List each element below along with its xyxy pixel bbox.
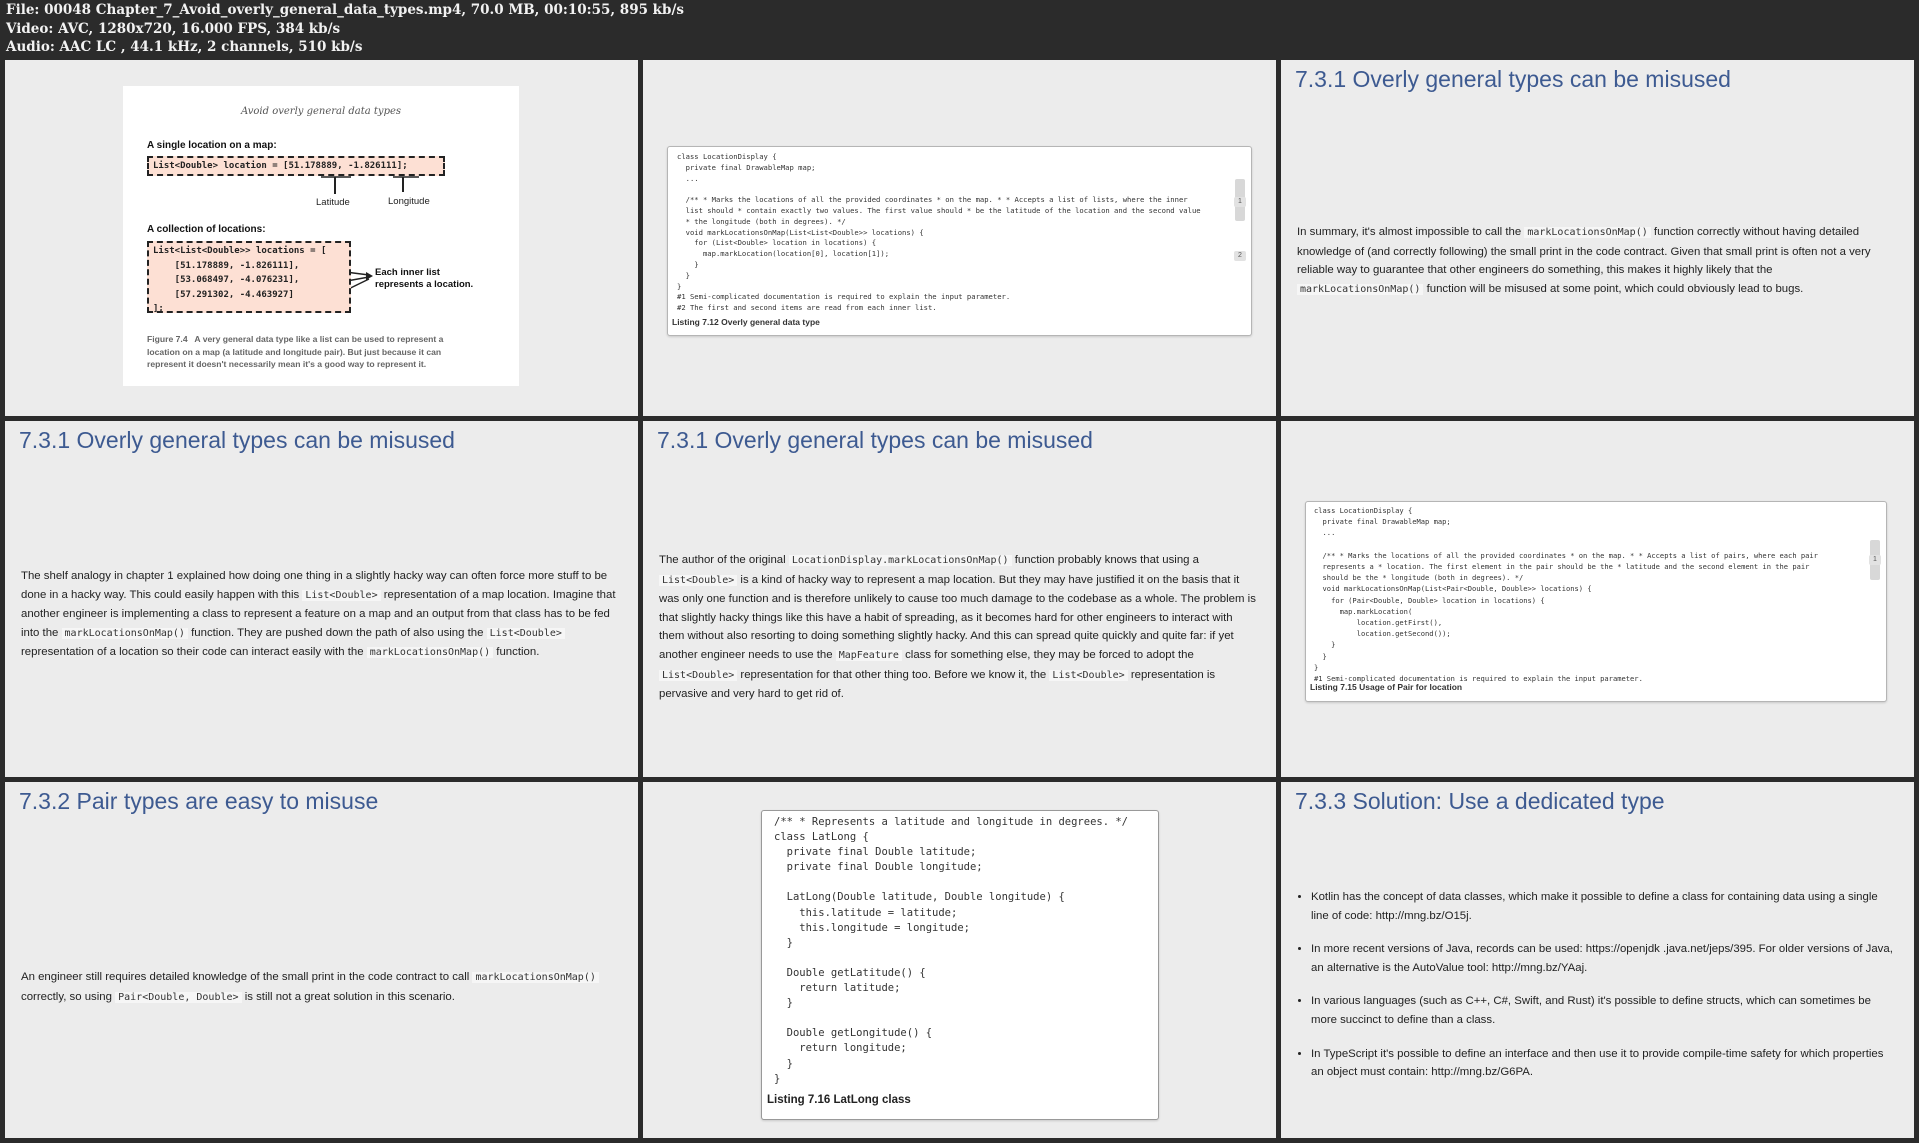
thumbnail-6[interactable]: class LocationDisplay { private final Dr… (1281, 421, 1914, 777)
video-info-header: File: 00048 Chapter_7_Avoid_overly_gener… (0, 0, 1919, 58)
bullet-list: Kotlin has the concept of data classes, … (1297, 888, 1898, 1082)
bullet-item: In TypeScript it's possible to define an… (1311, 1045, 1898, 1082)
code-span: MapFeature (835, 649, 902, 661)
code-span: markLocationsOnMap() (1297, 283, 1424, 295)
thumbnail-8[interactable]: /** * Represents a latitude and longitud… (643, 782, 1276, 1138)
code-span: markLocationsOnMap() (366, 647, 494, 659)
thumbnail-9[interactable]: 7.3.3 Solution: Use a dedicated type Kot… (1281, 782, 1914, 1138)
code-span: List<Double> (659, 669, 738, 681)
thumbnail-4[interactable]: 7.3.1 Overly general types can be misuse… (5, 421, 638, 777)
slide-body: An engineer still requires detailed know… (21, 968, 622, 1007)
listing-caption: Listing 7.12 Overly general data type (672, 317, 820, 327)
thumbnail-grid: Avoid overly general data types A single… (5, 60, 1915, 1138)
longitude-label: Longitude (388, 196, 430, 207)
text-segment: representation for that other thing too.… (737, 668, 1050, 681)
text-segment: class for something else, they may be fo… (901, 648, 1194, 661)
annotation-marker-1: 1 (1234, 197, 1246, 207)
text-segment: is still not a great solution in this sc… (241, 990, 455, 1003)
latitude-label: Latitude (316, 197, 350, 208)
slide-body: The shelf analogy in chapter 1 explained… (21, 567, 622, 663)
code-span: markLocationsOnMap() (472, 972, 599, 983)
bullet-item: In more recent versions of Java, records… (1311, 940, 1898, 977)
slide-title: 7.3.1 Overly general types can be misuse… (657, 427, 1093, 453)
thumbnail-3[interactable]: 7.3.1 Overly general types can be misuse… (1281, 60, 1914, 416)
slide-title: 7.3.1 Overly general types can be misuse… (19, 427, 455, 453)
code-span: List<Double> (659, 574, 738, 586)
code-span: Pair<Double, Double> (115, 991, 242, 1003)
listing-code: class LocationDisplay { private final Dr… (1314, 506, 1818, 684)
code-span: markLocationsOnMap() (1524, 227, 1651, 238)
text-segment: correctly, so using (21, 990, 116, 1003)
listing-7-12: class LocationDisplay { private final Dr… (667, 146, 1252, 336)
bullet-item: Kotlin has the concept of data classes, … (1311, 888, 1898, 925)
thumbnail-1[interactable]: Avoid overly general data types A single… (5, 60, 638, 416)
collection-code: List<List<Double>> locations = [ [51.178… (147, 241, 351, 314)
audio-info-line: Audio: AAC LC , 44.1 kHz, 2 channels, 51… (6, 39, 363, 55)
code-span: markLocationsOnMap() (61, 627, 188, 639)
listing-7-16: /** * Represents a latitude and longitud… (761, 810, 1159, 1120)
thumbnail-2[interactable]: class LocationDisplay { private final Dr… (643, 60, 1276, 416)
figure-caption: Figure 7.4 A very general data type like… (147, 334, 444, 369)
thumbnail-5[interactable]: 7.3.1 Overly general types can be misuse… (643, 421, 1276, 777)
text-segment: representation of a location so their co… (21, 646, 367, 659)
text-segment: In summary, it's almost impossible to ca… (1297, 226, 1525, 238)
annotation-marker-2: 2 (1234, 251, 1246, 261)
listing-caption: Listing 7.15 Usage of Pair for location (1310, 682, 1463, 692)
text-segment: function. They are pushed down the path … (187, 626, 487, 639)
slide-title: 7.3.1 Overly general types can be misuse… (1295, 66, 1731, 92)
bullet-item: In various languages (such as C++, C#, S… (1311, 992, 1898, 1029)
annotation-marker-1: 1 (1869, 555, 1881, 565)
text-segment: An engineer still requires detailed know… (21, 971, 473, 983)
listing-caption: Listing 7.16 LatLong class (767, 1094, 911, 1106)
inner-list-annotation: Each inner list represents a location. (375, 267, 474, 290)
code-span: List<Double> (302, 589, 381, 601)
code-span: List<Double> (486, 627, 565, 639)
text-segment: function will be misused at some point, … (1423, 282, 1804, 295)
text-segment: The author of the original (659, 554, 789, 566)
video-info-line: Video: AVC, 1280x720, 16.000 FPS, 384 kb… (6, 20, 341, 37)
slide-body: Kotlin has the concept of data classes, … (1297, 888, 1898, 1097)
code-span: LocationDisplay.markLocationsOnMap() (788, 555, 1012, 566)
slide-body: In summary, it's almost impossible to ca… (1297, 223, 1898, 299)
listing-code: /** * Represents a latitude and longitud… (774, 816, 1129, 1085)
text-segment: function. (493, 646, 540, 659)
file-info-line: File: 00048 Chapter_7_Avoid_overly_gener… (6, 2, 685, 18)
figure-7-4: Avoid overly general data types A single… (123, 86, 519, 386)
listing-7-15: class LocationDisplay { private final Dr… (1305, 501, 1887, 702)
slide-title: 7.3.2 Pair types are easy to misuse (19, 788, 379, 814)
listing-code: class LocationDisplay { private final Dr… (677, 152, 1201, 313)
code-span: List<Double> (1049, 669, 1128, 681)
text-segment: is a kind of hacky way to represent a ma… (659, 573, 1256, 661)
slide-body: The author of the original LocationDispl… (659, 551, 1260, 704)
collection-label: A collection of locations: (147, 224, 266, 235)
text-segment: function probably knows that using a (1011, 554, 1199, 566)
thumbnail-7[interactable]: 7.3.2 Pair types are easy to misuse An e… (5, 782, 638, 1138)
slide-title: 7.3.3 Solution: Use a dedicated type (1295, 788, 1665, 814)
